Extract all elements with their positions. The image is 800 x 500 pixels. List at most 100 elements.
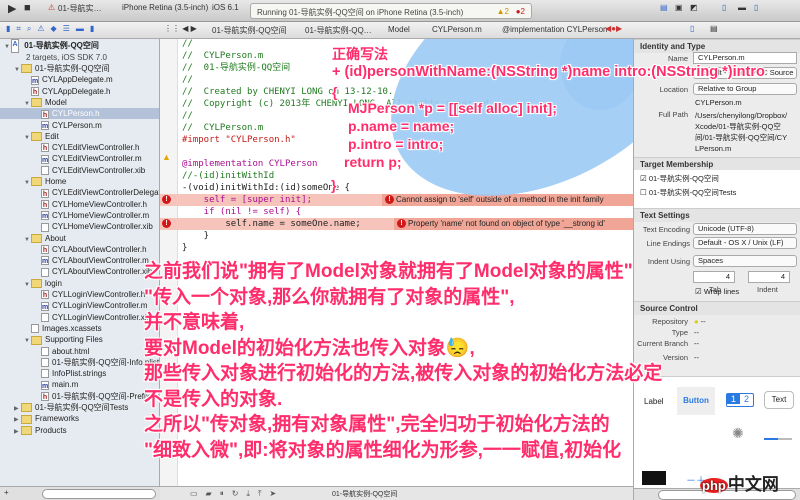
error-icon[interactable]: ! <box>162 195 171 204</box>
error-message[interactable]: ! Property 'name' not found on object of … <box>394 218 633 230</box>
navigator-toggle-icon[interactable]: ▯ <box>722 3 726 12</box>
disclosure-icon[interactable]: ▼ <box>24 280 31 289</box>
document-icon <box>41 369 49 379</box>
line-endings-select[interactable]: Default - OS X / Unix (LF) <box>693 237 797 249</box>
error-icon[interactable]: ●2 <box>516 7 525 16</box>
navigator-filter-input[interactable] <box>42 489 156 499</box>
version-value: -- <box>694 353 699 362</box>
file-tree-item[interactable]: CYLEditViewController.xib <box>0 165 159 176</box>
indent-width-field[interactable]: 4 <box>748 271 790 283</box>
file-tree-item[interactable]: ▼ About <box>0 233 159 244</box>
scheme-selector[interactable]: 01-导航实… <box>58 3 102 14</box>
library-textfield-item[interactable]: Text <box>764 391 794 409</box>
stop-button[interactable]: ■ <box>24 2 31 14</box>
quick-help-icon[interactable]: ▤ <box>710 24 718 33</box>
encoding-label: Text Encoding <box>642 225 690 234</box>
header-file-icon: h <box>41 188 49 198</box>
file-tree-item[interactable]: m CYLAboutViewController.m <box>0 255 159 266</box>
file-tree-item[interactable]: m CYLPerson.m <box>0 120 159 131</box>
disclosure-icon[interactable]: ▼ <box>24 133 31 142</box>
library-button-item[interactable]: Button <box>677 387 715 415</box>
debug-controls[interactable]: ▭▰⏸↻⤓⤒➤ <box>190 489 284 499</box>
disclosure-icon[interactable]: ▼ <box>24 235 31 244</box>
standard-editor-icon[interactable]: ▤ <box>660 3 668 12</box>
tab-width-field[interactable]: 4 <box>693 271 735 283</box>
file-tree-item[interactable]: h CYLAppDelegate.h <box>0 86 159 97</box>
file-tree-item[interactable]: ▶ Products <box>0 425 159 436</box>
file-tree-item[interactable]: ▼ Model <box>0 97 159 108</box>
file-tree-label: 01-导航实例-QQ空间-Prefix.pch <box>52 391 159 401</box>
file-tree-item[interactable]: m CYLLoginViewController.m <box>0 300 159 311</box>
file-tree-item[interactable]: h CYLHomeViewController.h <box>0 199 159 210</box>
file-inspector-icon[interactable]: ▯ <box>690 24 694 33</box>
add-icon[interactable]: + <box>4 488 9 497</box>
file-tree-item[interactable]: CYLLoginViewController.xib <box>0 312 159 323</box>
file-tree-item[interactable]: Images.xcassets <box>0 323 159 334</box>
file-tree-item[interactable]: h CYLAboutViewController.h <box>0 244 159 255</box>
file-tree-item[interactable]: ▼ 01-导航实例-QQ空间 <box>0 63 159 74</box>
header-file-icon: h <box>31 86 39 96</box>
file-tree-item[interactable]: h 01-导航实例-QQ空间-Prefix.pch <box>0 391 159 402</box>
library-slider-item[interactable] <box>764 438 792 440</box>
jump-file[interactable]: CYLPerson.m <box>432 25 482 34</box>
disclosure-icon[interactable]: ▼ <box>24 336 31 345</box>
assistant-editor-icon[interactable]: ▣ <box>675 3 683 12</box>
file-tree-item[interactable]: m main.m <box>0 379 159 390</box>
library-label-item[interactable]: Label <box>644 397 664 406</box>
name-field[interactable]: CYLPerson.m <box>693 52 797 64</box>
error-message[interactable]: ! Cannot assign to 'self' outside of a me… <box>382 194 633 206</box>
file-tree-item[interactable]: ▼ Home <box>0 176 159 187</box>
file-tree-item[interactable]: ▼ login <box>0 278 159 289</box>
disclosure-icon[interactable]: ▶ <box>14 415 21 424</box>
jump-symbol[interactable]: @implementation CYLPerson <box>502 25 608 34</box>
jump-group[interactable]: 01-导航实例-QQ… <box>305 25 372 36</box>
file-tree-item[interactable]: h CYLEditViewController.h <box>0 142 159 153</box>
device-selector[interactable]: iPhone Retina (3.5-inch) <box>122 3 208 12</box>
file-tree-item[interactable]: m CYLAppDelegate.m <box>0 74 159 85</box>
explanation-line: 并不意味着, <box>144 312 245 333</box>
version-editor-icon[interactable]: ◩ <box>690 3 698 12</box>
indent-using-select[interactable]: Spaces <box>693 255 797 267</box>
file-tree-item[interactable]: InfoPlist.strings <box>0 368 159 379</box>
navigator-tabs[interactable]: ▮⌗⌕⚠◆☰▬▮ <box>6 24 100 34</box>
location-select[interactable]: Relative to Group <box>693 83 797 95</box>
debug-toggle-icon[interactable]: ▬ <box>738 3 746 12</box>
disclosure-icon[interactable]: ▼ <box>24 178 31 187</box>
warning-icon[interactable]: ▲2 <box>497 7 509 16</box>
file-tree-item[interactable]: ▼ Edit <box>0 131 159 142</box>
disclosure-icon[interactable]: ▶ <box>14 404 21 413</box>
related-items-icon[interactable]: ⋮⋮ ◀ ▶ <box>164 24 197 33</box>
explanation-line: "细致入微",即:将对象的属性细化为形参,一一赋值,初始化 <box>144 439 622 461</box>
library-segmented-item[interactable]: 12 <box>726 393 754 407</box>
file-tree-item[interactable]: 01-导航实例-QQ空间-Info.plist <box>0 357 159 368</box>
file-tree-item[interactable]: h CYLLoginViewController.h <box>0 289 159 300</box>
disclosure-icon[interactable]: ▼ <box>14 65 21 74</box>
disclosure-icon[interactable]: ▶ <box>14 427 21 436</box>
warning-icon[interactable]: ▲ <box>162 152 171 162</box>
activity-indicator-icon[interactable]: ✺ <box>732 425 744 442</box>
library-datepicker-item[interactable] <box>642 471 666 485</box>
file-tree-item[interactable]: h CYLPerson.h <box>0 108 159 120</box>
file-tree-item[interactable]: m CYLHomeViewController.m <box>0 210 159 221</box>
file-tree-item[interactable]: ▶ Frameworks <box>0 413 159 424</box>
file-tree-item[interactable]: CYLHomeViewController.xib <box>0 221 159 232</box>
target-checkbox[interactable]: ☑ 01-导航实例-QQ空间 <box>640 173 719 184</box>
run-button[interactable]: ▶ <box>8 2 16 15</box>
file-tree-item[interactable]: m CYLEditViewController.m <box>0 153 159 164</box>
file-tree-item[interactable]: hCYLEditViewControllerDelegate.h <box>0 187 159 198</box>
section-target-membership: Target Membership <box>634 157 800 171</box>
project-root[interactable]: ▼ A 01-导航实例-QQ空间 2 targets, iOS SDK 7.0 <box>0 39 159 61</box>
utilities-toggle-icon[interactable]: ▯ <box>754 3 758 12</box>
jump-project[interactable]: 01-导航实例-QQ空间 <box>212 25 287 36</box>
error-icon[interactable]: ! <box>162 219 171 228</box>
jump-model[interactable]: Model <box>388 25 410 34</box>
issue-stepper[interactable]: ◀●▶ <box>605 24 622 33</box>
encoding-select[interactable]: Unicode (UTF-8) <box>693 223 797 235</box>
file-tree-item[interactable]: CYLAboutViewController.xib <box>0 266 159 277</box>
wrap-lines-checkbox[interactable]: ☑ Wrap lines <box>695 287 739 296</box>
file-tree-item[interactable]: ▶ 01-导航实例-QQ空间Tests <box>0 402 159 413</box>
disclosure-icon[interactable]: ▼ <box>24 99 31 108</box>
file-tree-item[interactable]: about.html <box>0 346 159 357</box>
tests-target-checkbox[interactable]: ☐ 01-导航实例-QQ空间Tests <box>640 187 736 198</box>
file-tree-item[interactable]: ▼ Supporting Files <box>0 334 159 345</box>
